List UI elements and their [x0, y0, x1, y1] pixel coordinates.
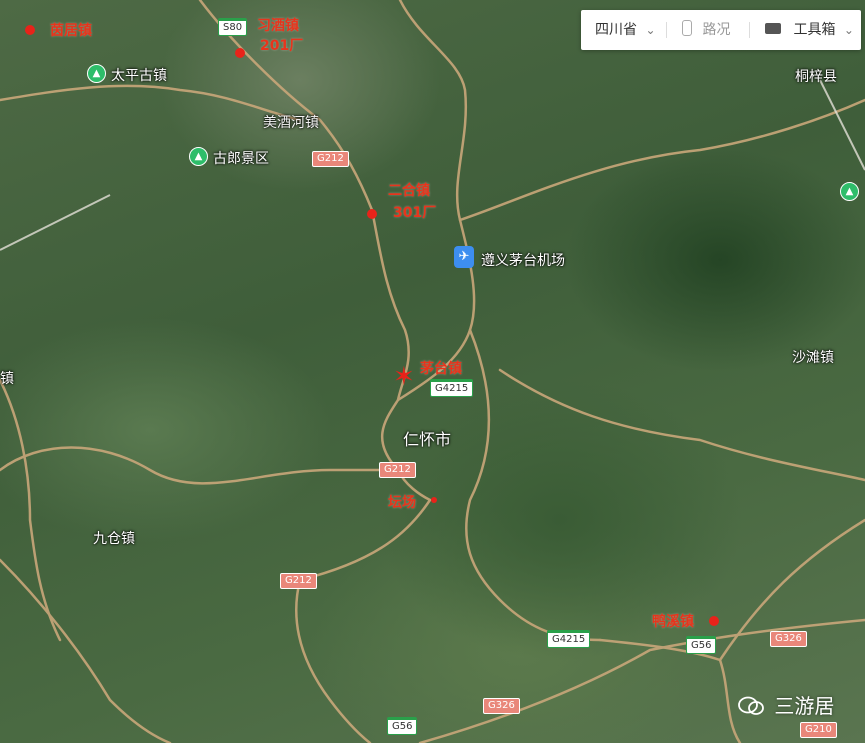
road-g212-north — [198, 0, 432, 502]
route-shield-g212-mid: G212 — [379, 462, 416, 478]
toolbar-divider — [666, 22, 667, 38]
road-east-loop — [396, 0, 476, 402]
jiucang-label[interactable]: 九仓镇 — [93, 528, 135, 548]
erhe-note: 301厂 — [393, 205, 437, 221]
edge-left-label[interactable]: 镇 — [0, 368, 14, 388]
toolbox-icon — [765, 23, 781, 34]
road-west — [0, 446, 400, 485]
taiping-scenic-icon[interactable]: ▲ — [87, 64, 106, 83]
road-north-white — [819, 79, 865, 171]
xijiu-note: 201厂 — [260, 38, 304, 54]
road-g56 — [598, 638, 742, 743]
route-shield-g212-north: G212 — [312, 151, 349, 167]
traffic-button-label: 路况 — [702, 22, 731, 38]
airport-icon[interactable]: ✈ — [454, 246, 474, 268]
erhe-label[interactable]: 二合镇 — [388, 180, 430, 200]
tools-menu[interactable]: 工具箱 ⌄ — [765, 10, 854, 50]
route-shield-g210: G210 — [800, 722, 837, 738]
route-shield-g56-east: G56 — [686, 636, 717, 654]
meijiuhe-label[interactable]: 美酒河镇 — [263, 112, 319, 132]
road-west-2 — [0, 84, 302, 122]
road-g4215 — [465, 328, 602, 642]
wechat-icon — [738, 696, 764, 716]
gulang-scenic-icon[interactable]: ▲ — [189, 147, 208, 166]
traffic-button[interactable]: 路况 — [682, 10, 730, 50]
route-shield-g326-south: G326 — [483, 698, 520, 714]
route-shield-g4215-south: G4215 — [547, 630, 591, 648]
road-northwest-white — [0, 194, 111, 251]
taiping-label[interactable]: 太平古镇 — [111, 65, 167, 85]
yaxi-label[interactable]: 鸭溪镇 — [652, 611, 694, 631]
route-shield-g212-south: G212 — [280, 573, 317, 589]
tanchang-label[interactable]: 坛场 — [388, 492, 416, 512]
road-southwest — [0, 558, 172, 743]
tongzi-label[interactable]: 桐梓县 — [795, 66, 837, 86]
road-left-edge — [0, 378, 62, 642]
province-select[interactable]: 四川省 ⌄ — [595, 10, 656, 50]
xijiu-label[interactable]: 习酒镇 — [257, 15, 299, 35]
xijiu-marker[interactable] — [235, 48, 245, 58]
watermark-text: 三游居 — [774, 694, 835, 718]
shatan-label[interactable]: 沙滩镇 — [792, 347, 834, 367]
maotai-label[interactable]: 茅台镇 — [420, 358, 462, 378]
chevron-down-icon: ⌄ — [843, 23, 854, 37]
map-toolbar: 四川省 ⌄ 路况 工具箱 ⌄ — [581, 10, 861, 50]
chevron-down-icon: ⌄ — [645, 23, 656, 37]
road-g212-south — [295, 498, 432, 743]
watermark: 三游居 — [738, 690, 834, 719]
tanchang-marker[interactable] — [431, 497, 437, 503]
airport-label[interactable]: 遵义茅台机场 — [481, 250, 565, 270]
tools-menu-label: 工具箱 — [793, 22, 836, 38]
east-scenic-icon[interactable]: ▲ — [840, 182, 859, 201]
yaxi-marker[interactable] — [709, 616, 719, 626]
province-select-label: 四川省 — [595, 22, 637, 38]
map-canvas[interactable]: 茵居镇 习酒镇 201厂 ▲ 太平古镇 美酒河镇 ▲ 古郎景区 二合镇 301厂… — [0, 0, 865, 743]
road-east-2 — [498, 368, 865, 482]
caoju-marker[interactable] — [25, 25, 35, 35]
route-shield-g4215-north: G4215 — [430, 379, 474, 397]
route-shield-g56-south: G56 — [387, 717, 418, 735]
erhe-marker[interactable] — [367, 209, 377, 219]
route-shield-s80: S80 — [218, 18, 248, 36]
road-east — [458, 98, 865, 222]
maotai-star-icon[interactable]: ✶ — [393, 364, 415, 390]
traffic-light-icon — [682, 20, 692, 36]
route-shield-g326-east: G326 — [770, 631, 807, 647]
gulang-label[interactable]: 古郎景区 — [213, 148, 269, 168]
renhuai-label[interactable]: 仁怀市 — [403, 426, 451, 450]
caoju-label[interactable]: 茵居镇 — [50, 20, 92, 40]
toolbar-divider — [749, 22, 750, 38]
